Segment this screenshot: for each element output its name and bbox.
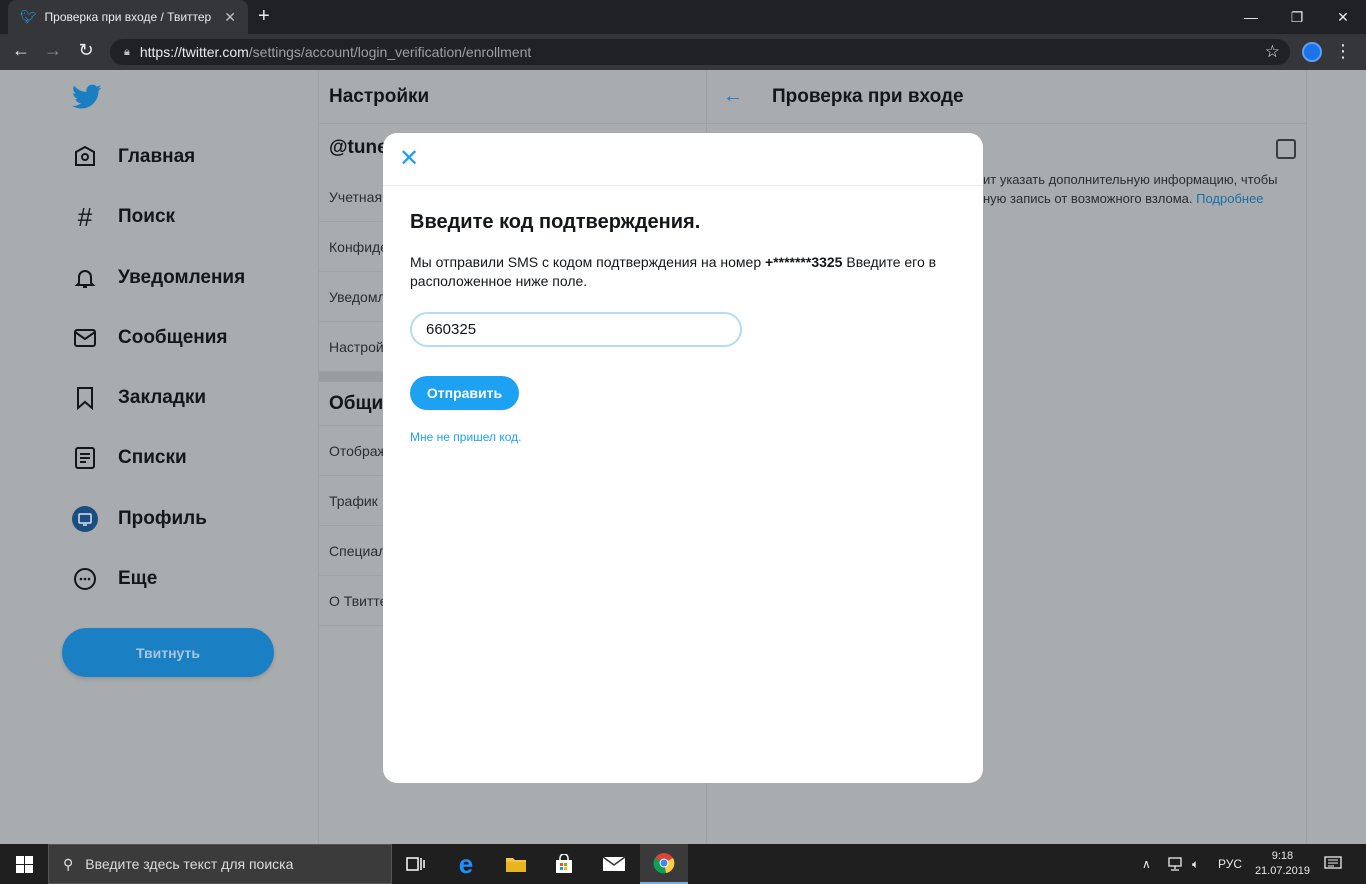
sidebar-item-label: Закладки [118,387,207,408]
action-center-icon[interactable] [1324,844,1342,884]
close-icon[interactable]: ✕ [397,145,421,173]
detail-header: ← Проверка при входе [707,70,1306,124]
extension-icon[interactable] [1302,42,1322,62]
search-icon: ⚲ [63,855,74,872]
browser-menu-icon[interactable]: ⋮ [1334,41,1352,62]
reload-icon[interactable]: ↻ [74,40,98,61]
url-host: https://twitter.com [139,44,249,60]
avatar-icon [72,506,98,532]
browser-toolbar: ← → ↻ 🔒︎ https://twitter.com/settings/ac… [0,34,1366,70]
sidebar-item-label: Списки [118,447,187,468]
minimize-icon[interactable]: — [1228,0,1274,34]
show-hidden-icons-icon[interactable]: ∧ [1142,844,1151,884]
windows-taskbar: ⚲ Введите здесь текст для поиска e ∧ 🔈︎ … [0,844,1366,884]
sidebar-item-search[interactable]: # Поиск [72,202,175,232]
edge-icon[interactable]: e [442,844,490,884]
verification-code-input[interactable] [410,312,742,347]
hashtag-icon: # [77,201,93,232]
sidebar-item-messages[interactable]: Сообщения [72,323,228,353]
lock-icon: 🔒︎ [124,45,130,58]
url-path: /settings/account/login_verification/enr… [248,44,532,60]
detail-title: Проверка при входе [772,85,964,107]
no-code-link[interactable]: Мне не пришел код. [410,430,522,444]
browser-tab[interactable]: 🐦︎ Проверка при входе / Твиттер ✕ [8,0,248,34]
taskbar-search[interactable]: ⚲ Введите здесь текст для поиска [48,844,392,884]
phone-number: +*******3325 [765,254,843,270]
bookmark-star-icon[interactable]: ☆ [1265,42,1280,62]
forward-icon[interactable]: → [41,40,65,61]
new-tab-icon[interactable]: + [258,5,270,28]
volume-icon[interactable]: 🔈︎ [1192,844,1199,884]
tweet-button[interactable]: Твитнуть [62,628,274,677]
home-icon [72,144,98,170]
sidebar-item-label: Еще [118,568,158,589]
login-verification-checkbox[interactable] [1276,139,1296,159]
sidebar: Главная # Поиск Уведомления Сообщения За… [0,70,318,844]
browser-tab-strip: 🐦︎ Проверка при входе / Твиттер ✕ + — ❐ … [0,0,1366,34]
learn-more-link[interactable]: Подробнее [1196,191,1263,206]
taskbar-search-placeholder: Введите здесь текст для поиска [85,856,294,872]
close-window-icon[interactable]: ✕ [1320,0,1366,34]
address-bar[interactable]: 🔒︎ https://twitter.com/settings/account/… [110,39,1290,65]
back-arrow-icon[interactable]: ← [723,85,747,108]
clock-date: 21.07.2019 [1254,865,1310,877]
bookmark-icon [72,385,98,411]
file-explorer-icon[interactable] [492,844,540,884]
modal-description: Мы отправили SMS с кодом подтверждения н… [410,253,955,291]
envelope-icon [72,325,98,351]
sidebar-item-label: Поиск [118,206,176,227]
network-icon[interactable] [1166,844,1184,884]
settings-title: Настройки [319,70,706,124]
restore-icon[interactable]: ❐ [1274,0,1320,34]
sidebar-item-notifications[interactable]: Уведомления [72,263,245,293]
send-button[interactable]: Отправить [410,376,519,410]
detail-description: ит указать дополнительную информацию, чт… [983,170,1283,208]
language-indicator[interactable]: РУС [1218,844,1242,884]
sidebar-item-bookmarks[interactable]: Закладки [72,383,206,413]
mail-icon[interactable] [590,844,638,884]
tab-title: Проверка при входе / Твиттер [44,10,212,24]
sidebar-item-label: Главная [118,146,196,167]
windows-start-icon[interactable] [0,844,48,884]
sidebar-item-label: Сообщения [118,327,228,348]
sidebar-item-profile[interactable]: Профиль [72,504,207,534]
task-view-icon[interactable] [392,844,440,884]
sidebar-item-lists[interactable]: Списки [72,443,187,473]
sidebar-item-more[interactable]: Еще [72,564,157,594]
modal-header: ✕ [383,133,983,186]
chrome-icon[interactable] [640,844,688,884]
clock-time: 9:18 [1271,850,1294,862]
desc-prefix: Мы отправили SMS с кодом подтверждения н… [410,254,762,270]
sidebar-item-home[interactable]: Главная [72,142,195,172]
twitter-favicon-icon: 🐦︎ [20,9,37,24]
verification-modal: ✕ Введите код подтверждения. Мы отправил… [383,133,983,783]
twitter-logo-icon[interactable] [72,84,102,110]
clock[interactable]: 9:18 21.07.2019 [1255,849,1310,879]
modal-title: Введите код подтверждения. [410,211,701,233]
sidebar-item-label: Профиль [118,508,207,529]
more-icon [72,566,98,592]
bell-icon [72,265,98,291]
close-tab-icon[interactable]: ✕ [224,9,236,26]
store-icon[interactable] [540,844,588,884]
sidebar-item-label: Уведомления [118,267,246,288]
list-icon [72,445,98,471]
back-icon[interactable]: ← [9,40,33,61]
